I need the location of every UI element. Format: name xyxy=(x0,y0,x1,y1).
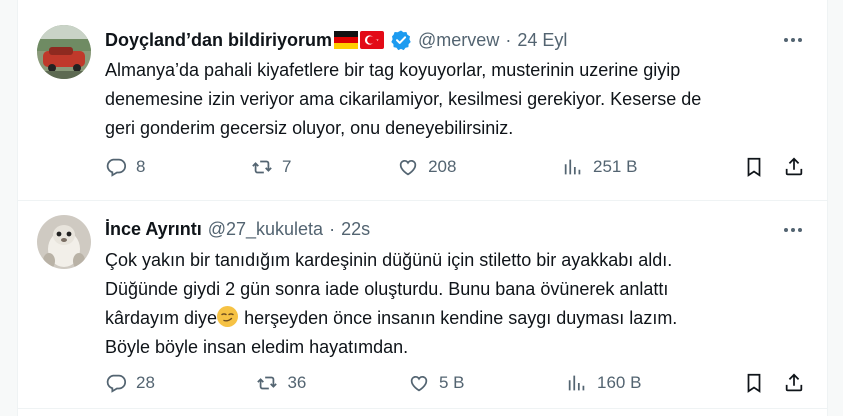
like-count: 5 B xyxy=(438,373,465,392)
more-options-icon[interactable] xyxy=(781,222,805,238)
reply-button[interactable]: 28 xyxy=(105,372,155,394)
tweet-text: Çok yakın bir tanıdığım kardeşinin düğün… xyxy=(105,246,805,362)
repost-button[interactable]: 7 xyxy=(251,156,292,178)
reply-button[interactable]: 8 xyxy=(105,156,145,178)
text-fragment: dayım diye xyxy=(130,308,218,328)
like-button[interactable]: 208 xyxy=(397,156,456,178)
tweet-text-line: Almanya’da pahali kiyafetlere bir tag ko… xyxy=(105,60,681,80)
verified-badge-icon[interactable] xyxy=(390,29,412,51)
bookmark-button[interactable] xyxy=(743,156,765,178)
like-button[interactable]: 5 B xyxy=(408,372,465,394)
repost-button[interactable]: 36 xyxy=(256,372,306,394)
share-button[interactable] xyxy=(783,372,805,394)
repost-icon xyxy=(252,160,272,174)
timeline-feed: Doyçland’dan bildiriyorum @mervew · 24 E… xyxy=(17,0,828,416)
reply-icon xyxy=(106,374,127,393)
share-icon xyxy=(785,373,803,392)
tweet-text-line: Böyle böyle insan eledim hayatımdan. xyxy=(105,337,409,357)
bookmark-button[interactable] xyxy=(743,372,765,394)
heart-icon xyxy=(399,159,417,176)
author-handle[interactable]: @mervew xyxy=(418,30,499,51)
repost-count: 7 xyxy=(282,157,292,176)
share-button[interactable] xyxy=(783,156,805,178)
text-fragment: herşeyden önce insanın kendine saygı duy… xyxy=(239,308,678,328)
separator-dot: · xyxy=(329,218,336,239)
more-options-icon[interactable] xyxy=(781,32,805,48)
repost-count: 36 xyxy=(287,373,307,392)
tweet-actions: 28 36 5 B 160 B xyxy=(105,371,805,395)
tweet-text-line: kârdayım diye herşeyden önce insanın ken… xyxy=(105,304,805,333)
turkey-flag-icon xyxy=(360,31,385,49)
heart-icon xyxy=(410,375,428,392)
tweet-text-line: denemesine izin veriyor ama cikarilamiyo… xyxy=(105,89,702,109)
tweet-text-line: Çok yakın bir tanıdığım kardeşinin düğün… xyxy=(105,250,673,270)
timestamp[interactable]: 24 Eyl xyxy=(517,30,567,51)
tweet-text: Almanya’da pahali kiyafetlere bir tag ko… xyxy=(105,56,805,143)
text-fragment: kâr xyxy=(105,308,131,328)
view-count: 160 B xyxy=(597,373,642,392)
share-icon xyxy=(785,157,803,176)
like-count: 208 xyxy=(428,157,457,176)
smirking-face-emoji-icon xyxy=(217,306,239,327)
author-name[interactable]: Doyçland’dan bildiriyorum xyxy=(105,30,332,51)
separator-dot: · xyxy=(505,29,512,50)
germany-flag-icon xyxy=(334,31,359,49)
author-handle[interactable]: @27_kukuleta xyxy=(208,219,323,240)
tweet[interactable]: Doyçland’dan bildiriyorum @mervew · 24 E… xyxy=(18,10,827,201)
bookmark-icon xyxy=(747,373,761,393)
reply-count: 8 xyxy=(136,157,146,176)
reply-icon xyxy=(106,158,127,177)
view-count: 251 B xyxy=(593,157,638,176)
views-button[interactable]: 251 B xyxy=(562,156,637,178)
reply-count: 28 xyxy=(136,373,155,392)
analytics-icon xyxy=(568,375,585,391)
analytics-icon xyxy=(564,159,581,175)
avatar[interactable] xyxy=(37,215,91,269)
avatar[interactable] xyxy=(37,25,91,79)
tweet-text-line: Düğünde giydi 2 gün sonra iade oluşturdu… xyxy=(105,279,669,299)
tweet-text-line: geri gonderim gecersiz oluyor, onu deney… xyxy=(105,118,514,138)
bookmark-icon xyxy=(747,157,761,177)
repost-icon xyxy=(257,376,278,390)
timestamp[interactable]: 22s xyxy=(341,219,370,240)
tweet-actions: 8 7 208 251 B xyxy=(105,155,805,179)
views-button[interactable]: 160 B xyxy=(566,372,641,394)
tweet[interactable]: İnce Ayrıntı @27_kukuleta · 22s Çok yakı… xyxy=(18,202,827,409)
author-name[interactable]: İnce Ayrıntı xyxy=(105,219,202,240)
